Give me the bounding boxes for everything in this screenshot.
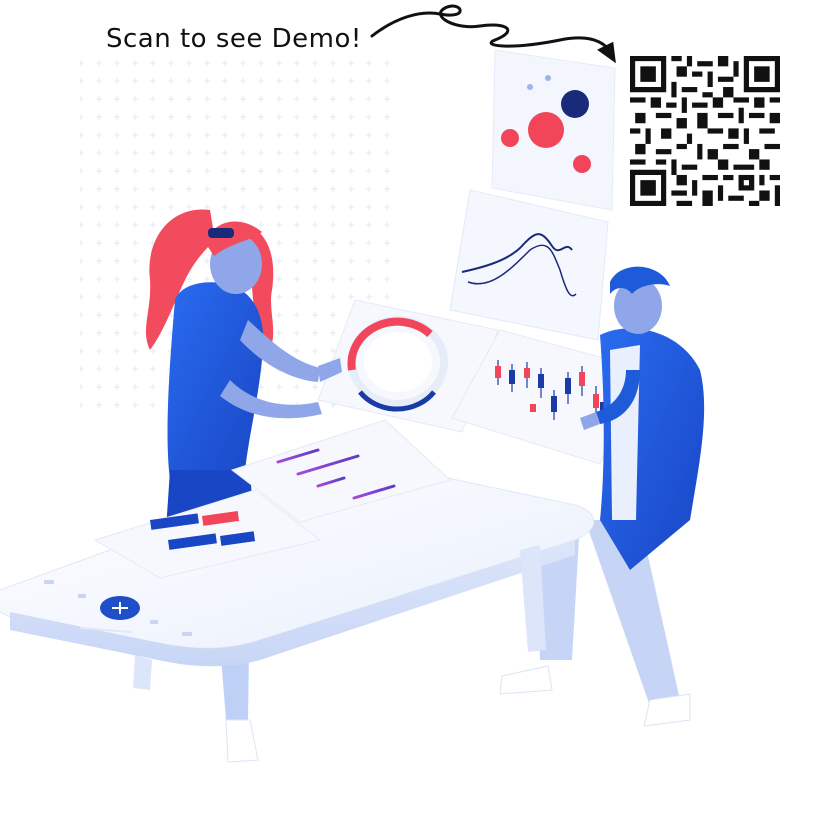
illustration: Scan to see Demo! — [0, 0, 830, 820]
curly-arrow-icon — [370, 4, 616, 64]
line-chart-panel — [449, 189, 609, 341]
qr-code-icon[interactable] — [630, 56, 780, 206]
bubble-chart-panel — [491, 49, 616, 211]
scan-caption: Scan to see Demo! — [106, 24, 362, 54]
